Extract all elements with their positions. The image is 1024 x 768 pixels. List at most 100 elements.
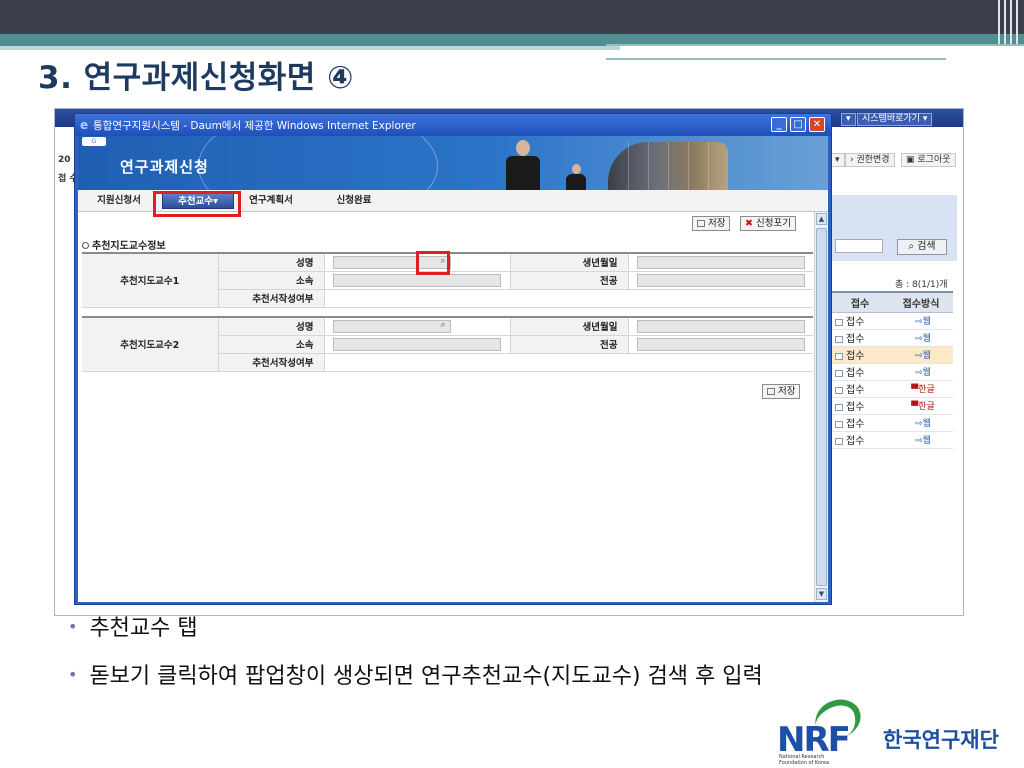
bullet-dot-icon: •	[68, 617, 78, 636]
slide-title: 3. 연구과제신청화면 ④	[38, 60, 354, 96]
slide-teal-light-bar	[0, 46, 620, 50]
logo-korean-name: 한국연구재단	[883, 728, 999, 752]
logo-english-name: National Research Foundation of Korea	[779, 754, 830, 766]
title-rule-2	[606, 58, 946, 60]
column-header-method: 접수방식	[889, 291, 953, 313]
table-row[interactable]: 접수 ⇨웹	[831, 431, 953, 449]
popup-window-title: 통합연구지원시스템 - Daum에서 제공한 Windows Internet …	[93, 120, 416, 132]
close-button[interactable]: ✕	[809, 117, 825, 132]
save-button-bottom[interactable]: 저장	[762, 384, 801, 399]
save-icon	[697, 220, 705, 227]
person-head	[516, 140, 530, 156]
vertical-scrollbar[interactable]: ▲ ▼	[814, 212, 828, 602]
title-rule-1	[606, 44, 1024, 46]
row-icon	[835, 336, 843, 343]
logout-link[interactable]: ▣ 로그아웃	[901, 153, 956, 167]
professor-1-label: 추천지도교수1	[82, 252, 219, 308]
lock-icon: ▣	[906, 155, 915, 165]
row-icon	[835, 404, 843, 411]
row-icon	[835, 370, 843, 377]
slide-top-bar	[0, 0, 1024, 34]
banner-title: 연구과제신청	[120, 158, 209, 176]
table-row[interactable]: 접수 ⇨웹	[831, 312, 953, 330]
affiliation-label-1: 소속	[218, 271, 325, 290]
web-icon: ⇨	[915, 419, 923, 429]
save-icon	[767, 388, 775, 395]
system-shortcut-button[interactable]: 시스템바로가기 ▾	[857, 113, 933, 126]
receipt-table: 접수 접수방식 접수 ⇨웹 접수 ⇨웹 접수 ⇨웹 접수 ⇨웹 접수 ▀한글 접수 ▀한글 …	[831, 291, 953, 449]
table-row[interactable]: 접수 ⇨웹	[831, 329, 953, 347]
tab-application-complete[interactable]: 신청완료	[326, 193, 382, 209]
name-field-2[interactable]: ⌕	[332, 319, 451, 333]
table-row[interactable]: 접수 ▀한글	[831, 380, 953, 398]
result-count: 총 : 8(1/1)개	[895, 280, 948, 290]
row-icon	[835, 353, 843, 360]
building-image	[608, 142, 728, 190]
magnifier-icon[interactable]: ⌕	[440, 320, 445, 330]
table-row[interactable]: 접수 ▀한글	[831, 397, 953, 415]
search-button[interactable]: ⌕ 검색	[897, 239, 947, 255]
scroll-up-icon[interactable]: ▲	[816, 213, 827, 225]
banner: G 연구과제신청	[78, 136, 828, 226]
save-button[interactable]: 저장	[692, 216, 731, 231]
web-icon: ⇨	[915, 334, 923, 344]
web-icon: ⇨	[915, 351, 923, 361]
bullet-item-1: • 추천교수 탭	[68, 616, 198, 641]
birth-field-2[interactable]	[636, 319, 805, 333]
scroll-thumb[interactable]	[816, 228, 827, 586]
popup-content: G 연구과제신청 지원신청서 추천교수▾ 연구계획서 신청완료 저장 ✖ 신청포…	[78, 136, 828, 602]
row-icon	[835, 438, 843, 445]
affiliation-label-2: 소속	[218, 335, 325, 354]
bullet-item-2: • 돋보기 클릭하여 팝업창이 생상되면 연구추천교수(지도교수) 검색 후 입력	[68, 664, 763, 689]
professor-2-label: 추천지도교수2	[82, 316, 219, 372]
birth-label-1: 생년월일	[509, 252, 629, 272]
nrf-logo: NRF National Research Foundation of Kore…	[775, 693, 1020, 766]
side-text-year: 20	[58, 155, 71, 165]
minimize-button[interactable]: _	[771, 117, 787, 132]
popup-titlebar[interactable]: e 통합연구지원시스템 - Daum에서 제공한 Windows Interne…	[75, 114, 831, 136]
major-field-2[interactable]	[636, 337, 805, 351]
row-icon	[835, 319, 843, 326]
cancel-application-button[interactable]: ✖ 신청포기	[740, 216, 796, 231]
birth-label-2: 생년월일	[509, 316, 629, 336]
recommendation-label-1: 추천서작성여부	[218, 289, 325, 308]
bg-search-input[interactable]	[835, 239, 883, 253]
recommendation-label-2: 추천서작성여부	[218, 353, 325, 372]
person-image-small	[566, 174, 586, 190]
popup-window: e 통합연구지원시스템 - Daum에서 제공한 Windows Interne…	[74, 113, 832, 605]
row-icon	[835, 387, 843, 394]
major-field-1[interactable]	[636, 273, 805, 287]
maximize-button[interactable]: □	[790, 117, 806, 132]
web-icon: ⇨	[915, 368, 923, 378]
banner-logo: G	[82, 137, 106, 146]
section-title: 추천지도교수정보	[82, 237, 166, 252]
major-label-2: 전공	[509, 335, 629, 354]
birth-field-1[interactable]	[636, 255, 805, 269]
dropdown-arrow[interactable]: ▾	[841, 113, 856, 126]
tab-application-form[interactable]: 지원신청서	[86, 193, 152, 209]
affiliation-field-1[interactable]	[332, 273, 501, 287]
scroll-down-icon[interactable]: ▼	[816, 588, 827, 600]
highlight-frame-magnifier	[416, 251, 450, 275]
affiliation-field-2[interactable]	[332, 337, 501, 351]
ie-icon: e	[80, 118, 89, 132]
highlight-frame-tab	[153, 191, 241, 217]
table-row[interactable]: 접수 ⇨웹	[831, 363, 953, 381]
recommendation-value-1	[324, 289, 813, 308]
slide-deco-lines	[996, 0, 1024, 46]
permission-change-link[interactable]: › 권한변경	[845, 153, 895, 167]
bg-dropdown-arrow[interactable]: ▾	[830, 153, 845, 167]
section-bullet-icon	[82, 242, 89, 249]
tab-research-plan[interactable]: 연구계획서	[238, 193, 304, 209]
table-row[interactable]: 접수 ⇨웹	[831, 414, 953, 432]
row-icon	[835, 421, 843, 428]
search-icon: ⌕	[908, 241, 914, 252]
table-row[interactable]: 접수 ⇨웹	[831, 346, 953, 364]
web-icon: ⇨	[915, 317, 923, 327]
person-image	[506, 156, 540, 190]
cancel-icon: ✖	[745, 218, 753, 229]
recommendation-value-2	[324, 353, 813, 372]
name-label-2: 성명	[218, 316, 325, 336]
column-header-status: 접수	[831, 291, 890, 313]
web-icon: ⇨	[915, 436, 923, 446]
